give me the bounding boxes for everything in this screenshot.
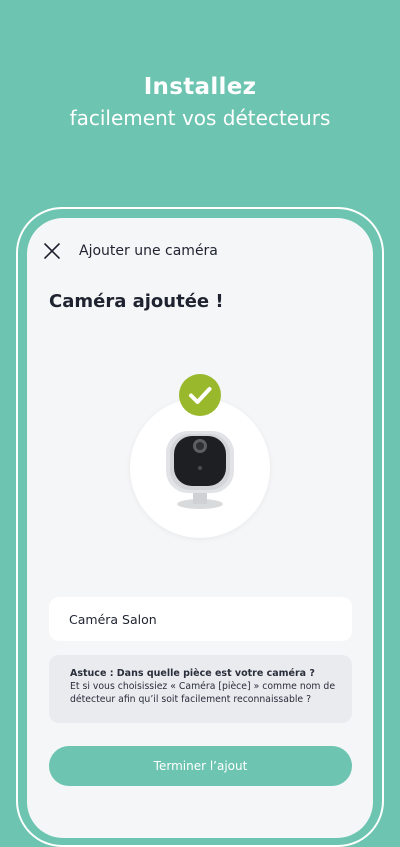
- finish-button[interactable]: Terminer l’ajout: [49, 746, 352, 786]
- hero-subtitle: facilement vos détecteurs: [69, 106, 331, 130]
- tip-title: Astuce : Dans quelle pièce est votre cam…: [70, 668, 315, 679]
- success-badge: [179, 374, 221, 416]
- phone-screen: Ajouter une caméra Caméra ajoutée ! Astu…: [27, 218, 373, 838]
- camera-icon: [166, 431, 234, 509]
- tip-body: Et si vous choisissiez « Caméra [pièce] …: [70, 681, 336, 705]
- hero-title: Installez: [143, 74, 257, 100]
- camera-illustration: [130, 398, 270, 538]
- tip-box: Astuce : Dans quelle pièce est votre cam…: [49, 655, 352, 723]
- check-icon: [189, 387, 212, 404]
- camera-name-input[interactable]: [49, 597, 352, 641]
- appbar-title: Ajouter une caméra: [79, 243, 218, 259]
- page-title: Caméra ajoutée !: [49, 291, 224, 312]
- close-icon[interactable]: [43, 242, 61, 260]
